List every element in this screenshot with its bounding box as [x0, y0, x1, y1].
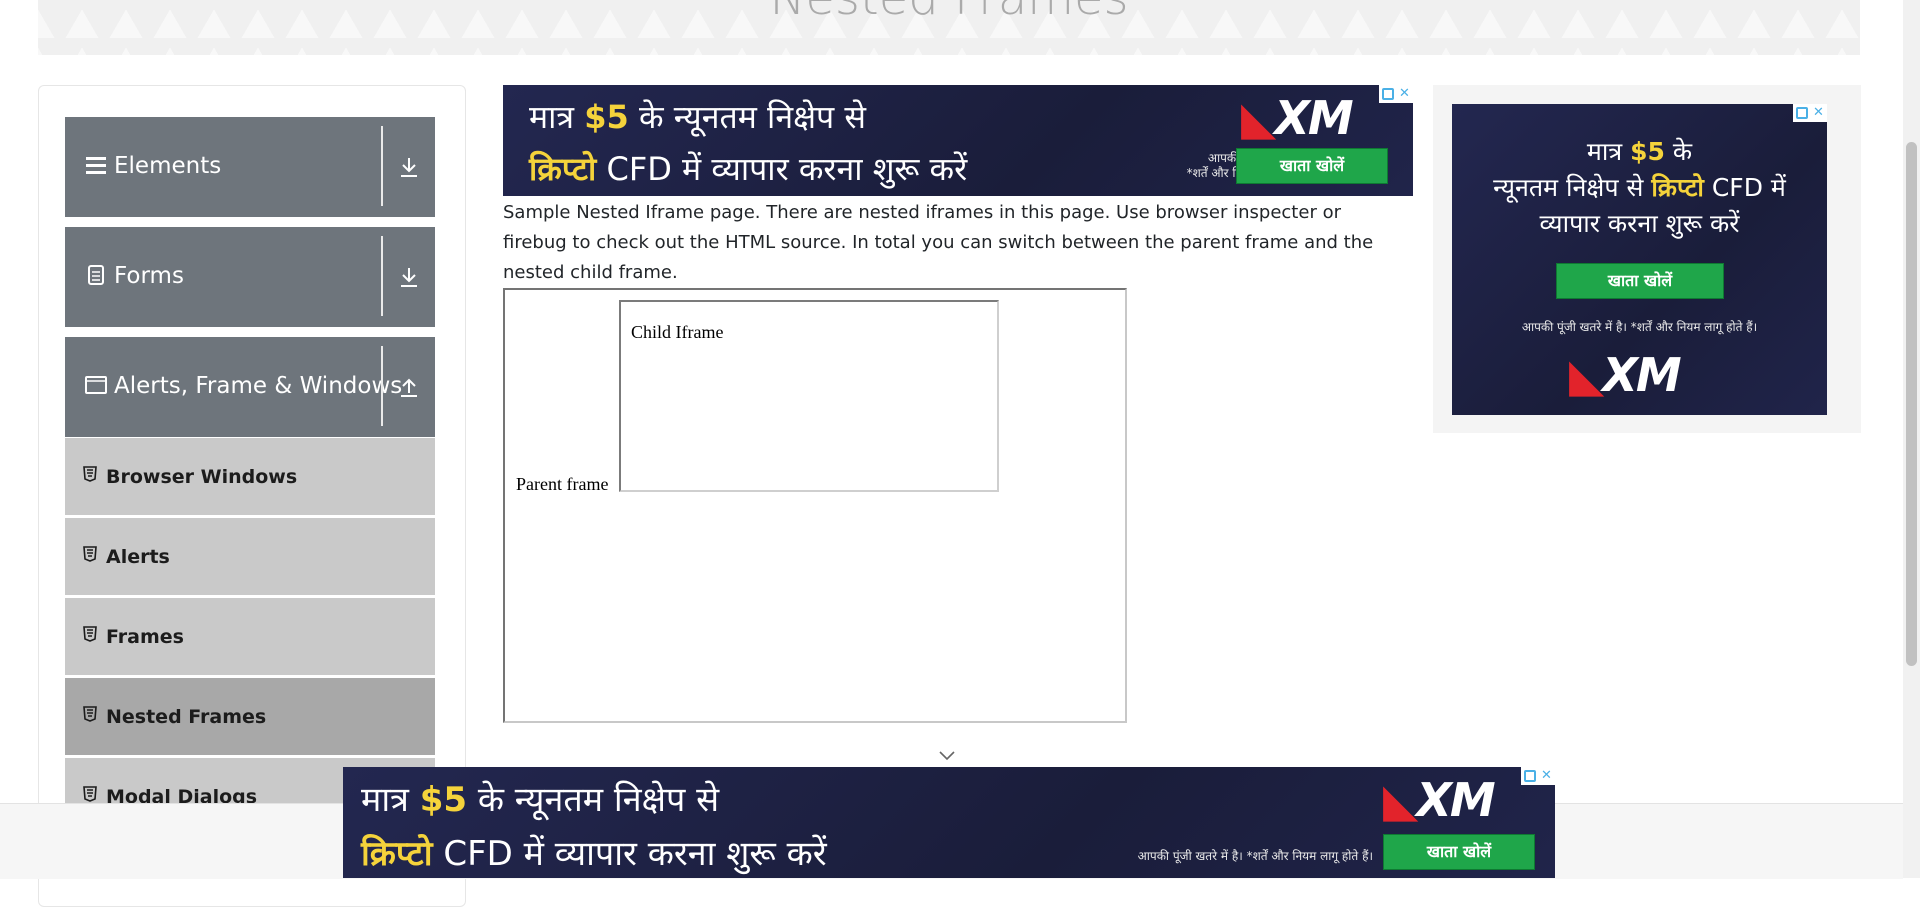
side-ad-banner[interactable]: मात्र $5 के न्यूनतम निक्षेप से क्रिप्टो … [1452, 104, 1827, 415]
html5-icon [83, 706, 97, 722]
close-icon[interactable]: ✕ [1813, 106, 1825, 119]
html5-icon [83, 546, 97, 562]
html5-icon [83, 466, 97, 482]
close-icon[interactable]: ✕ [1399, 87, 1411, 100]
sidebar-item-label: Browser Windows [106, 466, 298, 488]
top-ad-banner[interactable]: मात्र $5 के न्यूनतम निक्षेप से क्रिप्टो … [503, 85, 1413, 196]
window-icon [85, 376, 107, 394]
document-icon [88, 265, 104, 285]
bottom-ad-banner[interactable]: मात्र $5 के न्यूनतम निक्षेप से क्रिप्टो … [343, 767, 1555, 878]
ad-choices[interactable]: ✕ [1379, 85, 1413, 103]
ad-subline: क्रिप्टो CFD में व्यापार करना शुरू करें [529, 150, 968, 188]
sidebar-item-browser-windows[interactable]: Browser Windows [65, 437, 435, 515]
ad-choices[interactable]: ✕ [1521, 767, 1555, 785]
xm-logo: ◣XM [1569, 348, 1682, 402]
sidebar-item-nested-frames[interactable]: Nested Frames [65, 677, 435, 755]
chevron-down-icon[interactable] [938, 749, 956, 761]
adchoices-icon[interactable] [1523, 770, 1536, 782]
sidebar-item-frames[interactable]: Frames [65, 597, 435, 675]
group-title: Elements [114, 153, 222, 179]
page-description: Sample Nested Iframe page. There are nes… [503, 202, 1374, 283]
ad-choices[interactable]: ✕ [1793, 104, 1827, 122]
divider [381, 236, 383, 316]
adchoices-icon[interactable] [1795, 107, 1808, 119]
divider [381, 346, 383, 426]
adchoices-icon[interactable] [1381, 88, 1394, 100]
open-account-button[interactable]: खाता खोलें [1383, 834, 1535, 870]
close-icon[interactable]: ✕ [1541, 769, 1553, 782]
ad-disclaimer: आपकी पूंजी खतरे में है। *शर्तें और नियम … [1521, 320, 1758, 334]
sidebar-item-label: Nested Frames [106, 706, 267, 728]
page-title: Nested Frames [38, 0, 1860, 26]
sidebar-item-label: Frames [106, 626, 184, 648]
open-account-button[interactable]: खाता खोलें [1236, 148, 1388, 184]
ad-subline: क्रिप्टो CFD में व्यापार करना शुरू करें [361, 834, 827, 874]
group-alerts-frame-windows[interactable]: Alerts, Frame & Windows [65, 337, 435, 437]
group-title: Alerts, Frame & Windows [114, 373, 403, 399]
page-banner: Nested Frames [38, 0, 1860, 55]
ad-headline: मात्र $5 के न्यूनतम निक्षेप से [361, 780, 720, 820]
divider [381, 126, 383, 206]
download-arrow-icon[interactable] [398, 155, 420, 179]
xm-logo: ◣XM [1241, 91, 1354, 145]
ad-disclaimer: आपकी पूंजी खतरे में है। *शर्तें और नियम … [1137, 849, 1373, 863]
upload-arrow-icon[interactable] [398, 375, 420, 399]
child-iframe[interactable]: Child Iframe [619, 300, 999, 492]
group-elements[interactable]: Elements [65, 117, 435, 217]
sidebar-item-label: Alerts [106, 546, 170, 568]
html5-icon [83, 786, 97, 802]
sidebar-item-alerts[interactable]: Alerts [65, 517, 435, 595]
parent-frame-label: Parent frame [516, 474, 609, 494]
xm-logo: ◣XM [1383, 773, 1496, 827]
ad-headline: मात्र $5 के न्यूनतम निक्षेप से [529, 98, 866, 136]
open-account-button[interactable]: खाता खोलें [1556, 263, 1724, 299]
ad-subline: न्यूनतम निक्षेप से क्रिप्टो CFD में [1493, 173, 1786, 202]
html5-icon [83, 626, 97, 642]
group-forms[interactable]: Forms [65, 227, 435, 327]
ad-subline-2: व्यापार करना शुरू करें [1539, 209, 1740, 238]
child-iframe-label: Child Iframe [631, 322, 724, 342]
download-arrow-icon[interactable] [398, 265, 420, 289]
group-title: Forms [114, 263, 184, 289]
page-scrollbar[interactable] [1903, 0, 1920, 878]
scrollbar-thumb[interactable] [1906, 142, 1917, 666]
parent-frame[interactable]: Parent frame Child Iframe [503, 288, 1127, 723]
ad-headline: मात्र $5 के [1586, 137, 1693, 166]
hamburger-icon [86, 157, 106, 174]
